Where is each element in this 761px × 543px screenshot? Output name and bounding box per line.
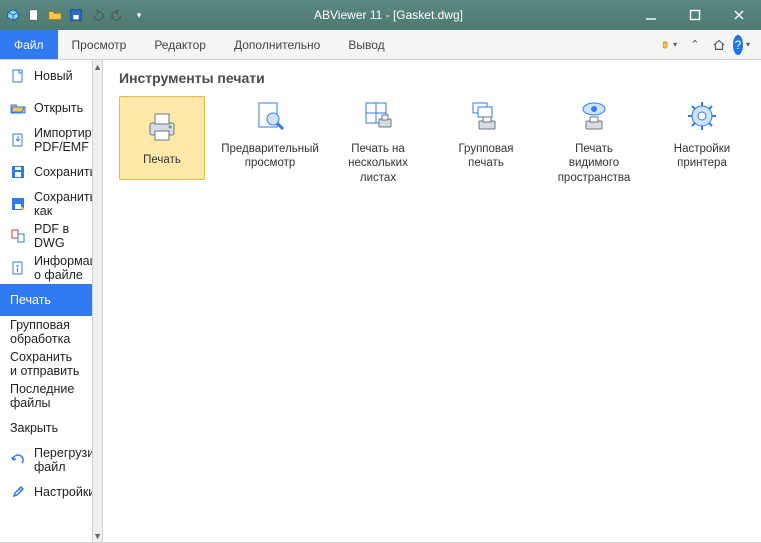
sidebar: Новый Открыть Импортировать PDF/EMF Сохр… (0, 60, 93, 543)
import-icon (10, 132, 26, 148)
qat-dropdown-icon[interactable]: ▾ (130, 6, 148, 24)
help-icon[interactable]: ?▾ (733, 35, 753, 55)
preview-icon (250, 96, 290, 136)
sidebar-item-label: PDF в DWG (34, 222, 82, 250)
tile-label: Печать на нескольких листах (335, 142, 421, 185)
toolbar-right: ▾ ⌃ ?▾ (661, 30, 761, 59)
sidebar-item-save[interactable]: Сохранить (0, 156, 92, 188)
quick-access-toolbar: ▾ (0, 6, 148, 24)
tab-label: Дополнительно (234, 38, 320, 52)
sidebar-item-settings[interactable]: Настройки (0, 476, 92, 508)
maximize-button[interactable] (673, 0, 717, 30)
tile-row: Печать Предварительный просмотр Печать н… (119, 96, 745, 185)
tile-print-sheets[interactable]: Печать на нескольких листах (335, 96, 421, 185)
home-icon[interactable] (709, 35, 729, 55)
tile-print-visible[interactable]: Печать видимого пространства (551, 96, 637, 185)
undo-icon[interactable] (88, 6, 106, 24)
panel-heading: Инструменты печати (119, 70, 745, 86)
window-buttons (629, 0, 761, 30)
sidebar-item-fileinfo[interactable]: Информация о файле (0, 252, 92, 284)
sidebar-item-reload[interactable]: Перегрузить файл (0, 444, 92, 476)
sidebar-item-label: Печать (10, 293, 51, 307)
reload-icon (10, 452, 26, 468)
tab-label: Редактор (154, 38, 206, 52)
redo-icon[interactable] (109, 6, 127, 24)
sidebar-item-label: Новый (34, 69, 73, 83)
tab-file[interactable]: Файл (0, 30, 58, 59)
main-panel: Инструменты печати Печать Предварительны… (103, 60, 761, 543)
scroll-down-icon[interactable]: ▼ (93, 529, 102, 543)
sidebar-item-label: Групповая обработка (10, 318, 82, 346)
sidebar-item-import[interactable]: Импортировать PDF/EMF (0, 124, 92, 156)
save-icon (10, 164, 26, 180)
menu-strip: Файл Просмотр Редактор Дополнительно Выв… (0, 30, 761, 60)
sidebar-item-label: Сохранить (34, 165, 93, 179)
sidebar-item-label: Перегрузить файл (34, 446, 93, 474)
chevron-up-icon[interactable]: ⌃ (685, 35, 705, 55)
sidebar-item-label: Закрыть (10, 421, 58, 435)
open-icon (10, 100, 26, 116)
pdf2dwg-icon (10, 228, 26, 244)
tab-editor[interactable]: Редактор (140, 30, 220, 59)
close-button[interactable] (717, 0, 761, 30)
sidebar-item-batch[interactable]: Групповая обработка (0, 316, 92, 348)
sidebar-item-label: Сохранить и отправить (10, 350, 82, 378)
window-title: ABViewer 11 - [Gasket.dwg] (148, 8, 629, 22)
sidebar-item-pdf2dwg[interactable]: PDF в DWG (0, 220, 92, 252)
tile-label: Настройки принтера (659, 142, 745, 171)
sidebar-item-label: Открыть (34, 101, 83, 115)
group-print-icon (466, 96, 506, 136)
print-sheets-icon (358, 96, 398, 136)
new-icon[interactable] (25, 6, 43, 24)
sidebar-item-recent[interactable]: Последние файлы (0, 380, 92, 412)
sidebar-scrollbar[interactable]: ▲ ▼ (93, 60, 103, 543)
tile-group-print[interactable]: Групповая печать (443, 96, 529, 171)
tile-label: Печать (143, 153, 181, 167)
sidebar-item-label: Импортировать PDF/EMF (34, 126, 93, 154)
settings-icon (10, 484, 26, 500)
tile-preview[interactable]: Предварительный просмотр (227, 96, 313, 171)
title-bar: ▾ ABViewer 11 - [Gasket.dwg] (0, 0, 761, 30)
hand-up-icon[interactable]: ▾ (661, 35, 681, 55)
tab-label: Просмотр (72, 38, 127, 52)
sidebar-item-open[interactable]: Открыть (0, 92, 92, 124)
saveas-icon (10, 196, 26, 212)
sidebar-item-savesend[interactable]: Сохранить и отправить (0, 348, 92, 380)
sidebar-item-label: Сохранить как (34, 190, 93, 218)
sidebar-item-label: Настройки (34, 485, 93, 499)
tab-label: Файл (14, 38, 44, 52)
tile-label: Предварительный просмотр (221, 142, 319, 171)
tile-printer-settings[interactable]: Настройки принтера (659, 96, 745, 171)
fileinfo-icon (10, 260, 26, 276)
tab-additional[interactable]: Дополнительно (220, 30, 334, 59)
tile-label: Групповая печать (443, 142, 529, 171)
tile-print[interactable]: Печать (119, 96, 205, 180)
sidebar-item-label: Последние файлы (10, 382, 82, 410)
tab-output[interactable]: Вывод (334, 30, 398, 59)
tile-label: Печать видимого пространства (551, 142, 637, 185)
sidebar-item-label: Информация о файле (34, 254, 93, 282)
printer-icon (142, 107, 182, 147)
tab-label: Вывод (348, 38, 384, 52)
tab-view[interactable]: Просмотр (58, 30, 141, 59)
sidebar-item-print[interactable]: Печать (0, 284, 92, 316)
sidebar-item-new[interactable]: Новый (0, 60, 92, 92)
save-icon[interactable] (67, 6, 85, 24)
scroll-up-icon[interactable]: ▲ (93, 60, 102, 74)
print-visible-icon (574, 96, 614, 136)
sidebar-item-close[interactable]: Закрыть (0, 412, 92, 444)
open-icon[interactable] (46, 6, 64, 24)
new-doc-icon (10, 68, 26, 84)
minimize-button[interactable] (629, 0, 673, 30)
printer-settings-icon (682, 96, 722, 136)
box-icon[interactable] (4, 6, 22, 24)
sidebar-item-saveas[interactable]: Сохранить как (0, 188, 92, 220)
